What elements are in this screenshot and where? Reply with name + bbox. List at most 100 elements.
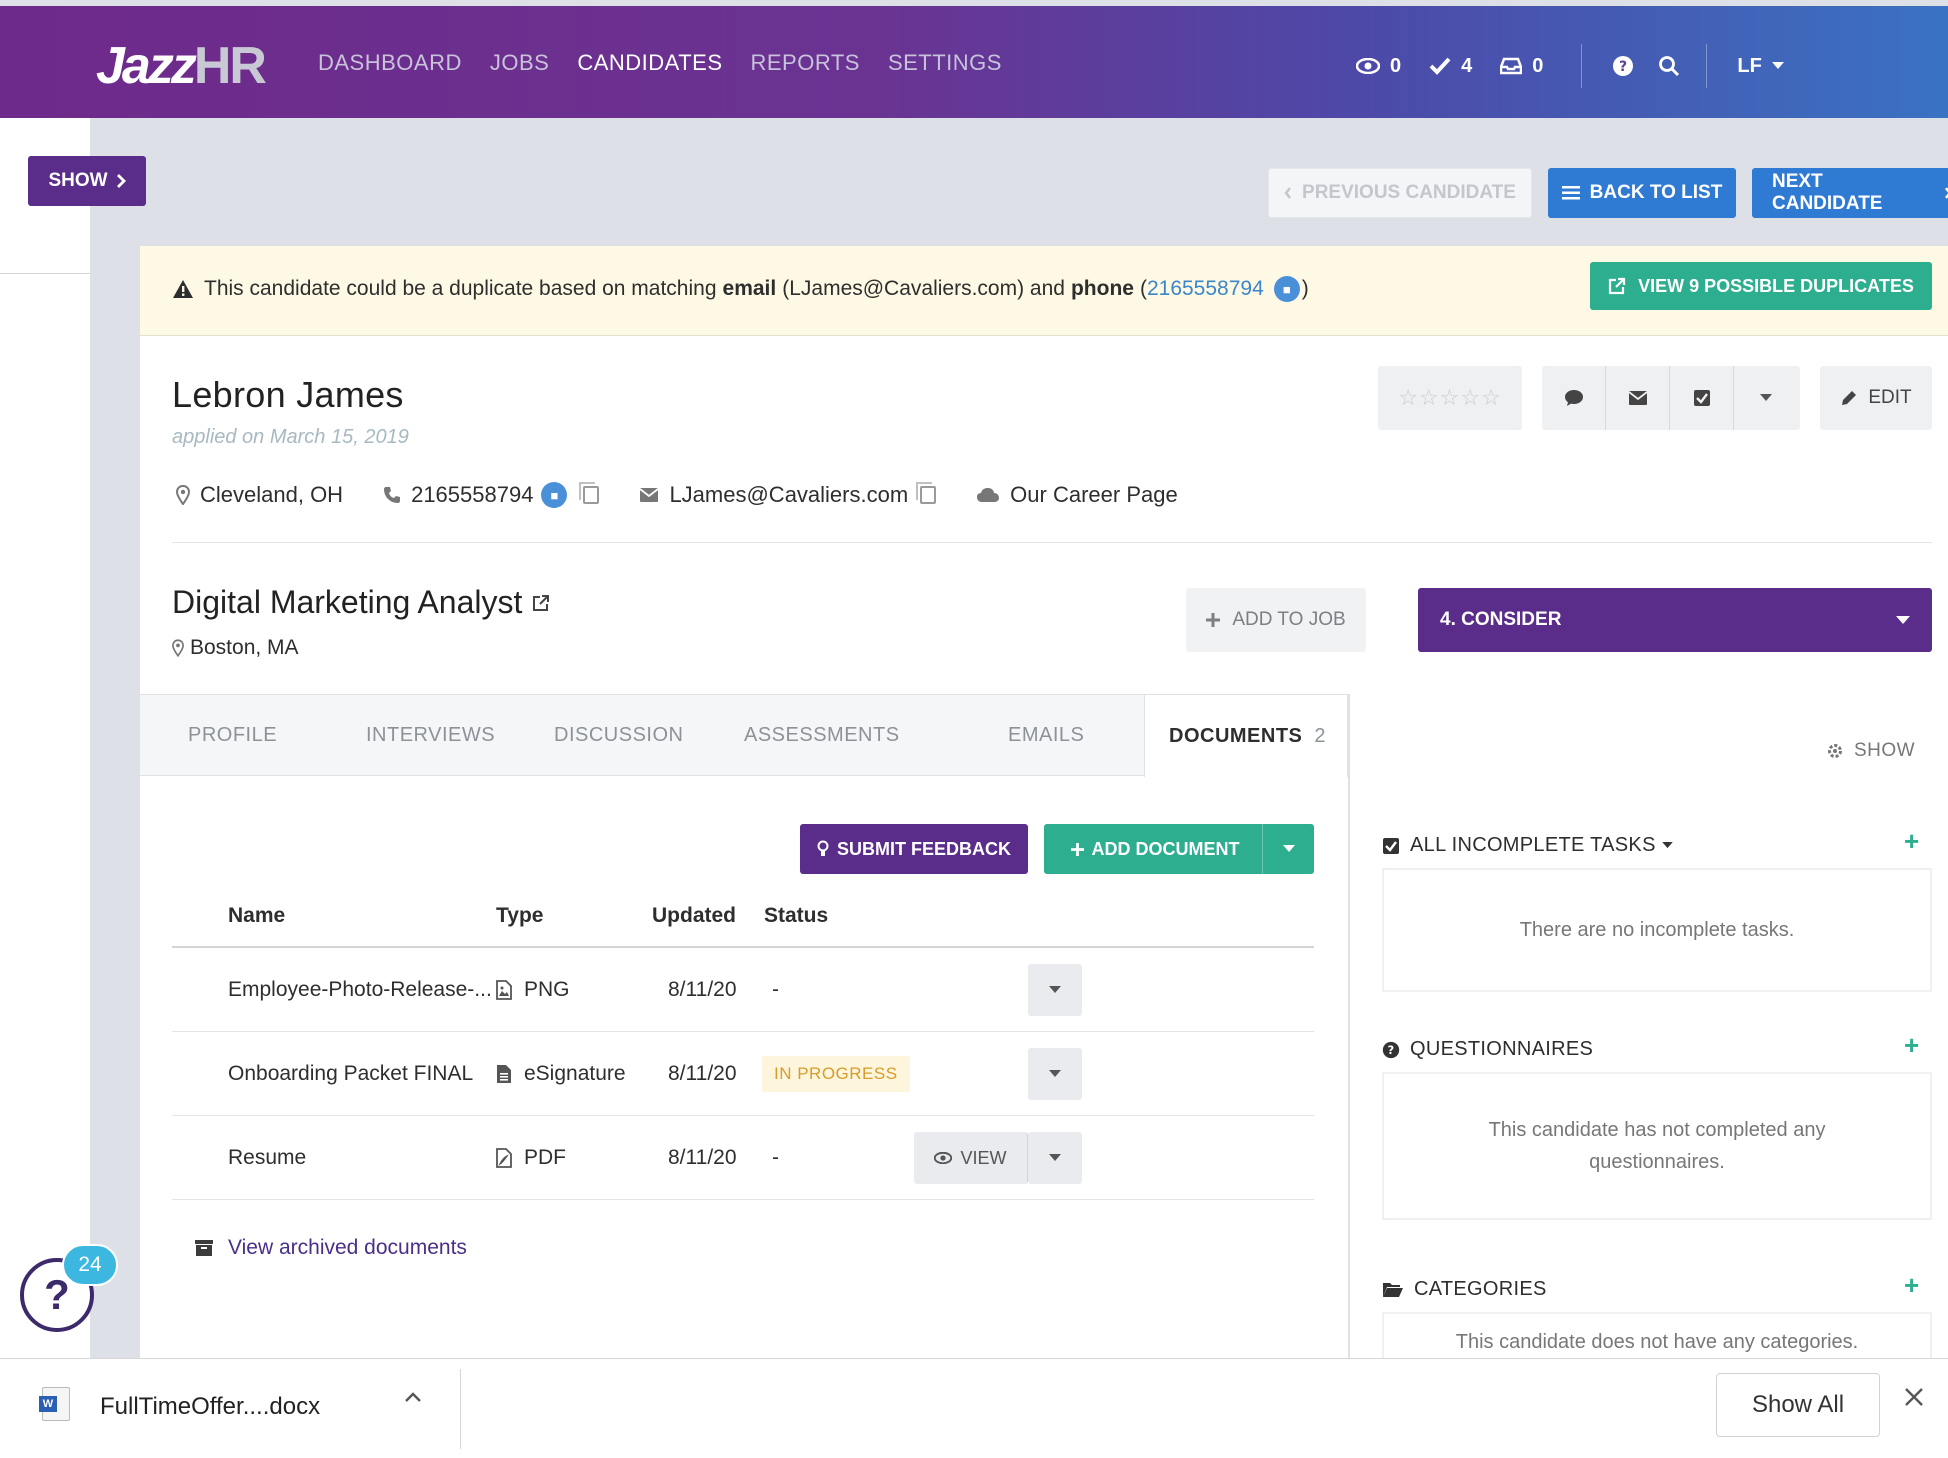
sidebar-divider xyxy=(0,273,90,274)
edit-button[interactable]: EDIT xyxy=(1820,366,1932,430)
tasks-button[interactable]: 4 xyxy=(1429,55,1472,78)
envelope-icon xyxy=(1627,391,1648,405)
more-actions-button[interactable] xyxy=(1734,366,1798,430)
column-header-updated[interactable]: Updated xyxy=(652,904,736,928)
add-questionnaire-button[interactable]: + xyxy=(1904,1030,1919,1061)
comment-button[interactable] xyxy=(1542,366,1606,430)
row-actions-dropdown[interactable] xyxy=(1028,964,1082,1016)
add-document-label: ADD DOCUMENT xyxy=(1091,838,1240,859)
download-options-button[interactable] xyxy=(404,1391,422,1403)
view-duplicates-button[interactable]: VIEW 9 POSSIBLE DUPLICATES xyxy=(1590,262,1932,310)
map-marker-icon xyxy=(172,639,184,657)
nav-settings[interactable]: SETTINGS xyxy=(888,50,1002,76)
email-button[interactable] xyxy=(1606,366,1670,430)
add-document-dropdown[interactable] xyxy=(1262,824,1314,874)
row-actions-dropdown[interactable] xyxy=(1028,1048,1082,1100)
tab-interviews[interactable]: INTERVIEWS xyxy=(366,695,495,775)
phone-paren-close: ) xyxy=(1301,277,1309,300)
copy-icon[interactable] xyxy=(579,482,600,504)
column-header-status[interactable]: Status xyxy=(764,904,828,928)
jazzhr-logo[interactable]: JazzHR xyxy=(96,36,267,96)
top-navigation: JazzHR DASHBOARD JOBS CANDIDATES REPORTS… xyxy=(0,6,1948,118)
show-sidebar-button[interactable]: SHOW xyxy=(28,156,146,206)
comment-icon xyxy=(1564,390,1583,406)
phone-word: phone xyxy=(1070,277,1134,300)
caret-down-icon xyxy=(1661,842,1673,849)
close-download-bar-button[interactable] xyxy=(1904,1387,1924,1407)
nav-utilities: 0 4 0 ? LF xyxy=(1328,42,1948,90)
sms-icon[interactable]: ■ xyxy=(541,482,568,508)
view-document-button[interactable]: VIEW xyxy=(914,1132,1028,1184)
list-icon xyxy=(1561,186,1580,200)
next-label: NEXT CANDIDATE xyxy=(1772,171,1883,214)
inbox-button[interactable]: 0 xyxy=(1500,55,1543,78)
categories-empty-text: This candidate does not have any categor… xyxy=(1455,1331,1859,1353)
document-name[interactable]: Onboarding Packet FINAL xyxy=(228,1032,473,1116)
workflow-stage-select[interactable]: 4. CONSIDER xyxy=(1418,588,1932,652)
show-all-downloads-button[interactable]: Show All xyxy=(1716,1373,1880,1437)
nav-reports[interactable]: REPORTS xyxy=(751,50,860,76)
watching-button[interactable]: 0 xyxy=(1356,55,1401,78)
add-category-button[interactable]: + xyxy=(1904,1270,1919,1301)
add-to-job-button[interactable]: ADD TO JOB xyxy=(1186,588,1366,652)
tab-label: INTERVIEWS xyxy=(366,723,496,746)
tab-count: 2 xyxy=(1314,724,1327,747)
copy-icon[interactable] xyxy=(916,482,937,504)
nav-dashboard[interactable]: DASHBOARD xyxy=(318,50,462,76)
categories-section-header: CATEGORIES xyxy=(1382,1278,1547,1301)
task-button[interactable] xyxy=(1670,366,1734,430)
tab-emails[interactable]: EMAILS xyxy=(1008,695,1084,775)
duplicate-phone-link[interactable]: 2165558794 xyxy=(1147,277,1264,301)
tab-assessments[interactable]: ASSESSMENTS xyxy=(744,695,900,775)
row-actions-dropdown[interactable] xyxy=(1028,1132,1082,1184)
email-word: email xyxy=(722,277,777,300)
back-label: BACK TO LIST xyxy=(1589,182,1723,203)
phone-field: 2165558794 ■ xyxy=(383,482,600,508)
column-header-type[interactable]: Type xyxy=(496,904,543,928)
add-task-button[interactable]: + xyxy=(1904,826,1919,857)
document-status: - xyxy=(772,978,779,1001)
tab-discussion[interactable]: DISCUSSION xyxy=(554,695,683,775)
document-file-icon xyxy=(497,1065,511,1083)
download-file-name[interactable]: FullTimeOffer....docx xyxy=(100,1393,320,1421)
submit-feedback-label: SUBMIT FEEDBACK xyxy=(837,838,1011,859)
checkbox-icon xyxy=(1693,390,1710,406)
user-menu[interactable]: LF xyxy=(1737,55,1784,78)
column-header-name[interactable]: Name xyxy=(228,904,285,928)
help-button[interactable]: ? xyxy=(1612,55,1634,77)
divider xyxy=(172,542,1932,543)
document-name[interactable]: Resume xyxy=(228,1116,306,1200)
nav-candidates[interactable]: CANDIDATES xyxy=(577,50,722,76)
candidate-email[interactable]: LJames@Cavaliers.com xyxy=(669,482,908,508)
previous-candidate-button[interactable]: PREVIOUS CANDIDATE xyxy=(1268,168,1532,218)
view-archived-documents-link[interactable]: View archived documents xyxy=(194,1236,467,1260)
add-document-button[interactable]: ADD DOCUMENT xyxy=(1044,824,1314,874)
document-name[interactable]: Employee-Photo-Release-... xyxy=(228,948,492,1032)
location-field: Cleveland, OH xyxy=(176,482,343,508)
nav-jobs[interactable]: JOBS xyxy=(490,50,549,76)
sms-icon[interactable]: ■ xyxy=(1273,276,1300,302)
next-candidate-button[interactable]: NEXT CANDIDATE xyxy=(1752,168,1948,218)
table-row: Onboarding Packet FINAL eSignature 8/11/… xyxy=(172,1032,1314,1116)
tab-profile[interactable]: PROFILE xyxy=(188,695,277,775)
questionnaires-section-header: ? QUESTIONNAIRES xyxy=(1382,1038,1593,1061)
questionnaires-empty-box: This candidate has not completed any que… xyxy=(1382,1072,1932,1220)
back-to-list-button[interactable]: BACK TO LIST xyxy=(1548,168,1736,218)
panel-show-label: SHOW xyxy=(1854,740,1916,761)
map-marker-icon xyxy=(176,485,190,505)
external-link-icon[interactable] xyxy=(532,594,550,612)
panel-show-button[interactable]: SHOW xyxy=(1826,740,1915,762)
tab-documents[interactable]: DOCUMENTS 2 xyxy=(1144,695,1348,777)
tasks-section-header[interactable]: ALL INCOMPLETE TASKS xyxy=(1382,834,1673,857)
submit-feedback-button[interactable]: SUBMIT FEEDBACK xyxy=(800,824,1028,874)
watching-count: 0 xyxy=(1390,54,1402,77)
image-file-icon xyxy=(496,980,512,1000)
nav-divider xyxy=(1706,44,1708,88)
job-title[interactable]: Digital Marketing Analyst xyxy=(172,584,522,621)
candidate-phone[interactable]: 2165558794 xyxy=(411,482,533,508)
add-document-main[interactable]: ADD DOCUMENT xyxy=(1044,839,1262,860)
search-button[interactable] xyxy=(1658,55,1680,77)
star-rating[interactable]: ☆☆☆☆☆ xyxy=(1378,366,1522,430)
caret-down-icon xyxy=(1049,986,1061,993)
folder-open-icon xyxy=(1383,1282,1403,1297)
